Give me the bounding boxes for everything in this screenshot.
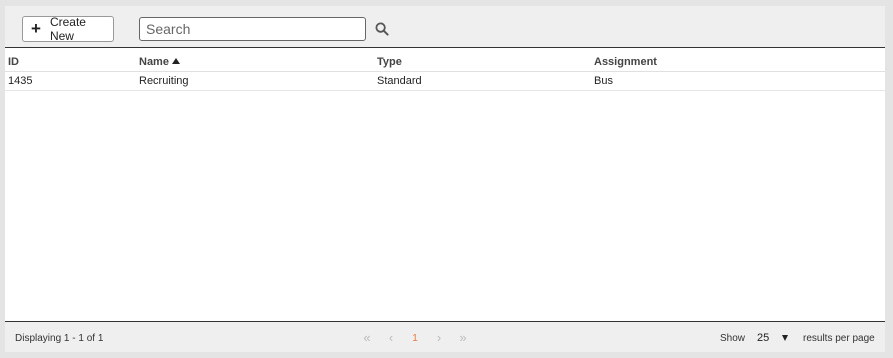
first-page-icon[interactable]: « xyxy=(355,330,379,347)
search-icon[interactable] xyxy=(375,22,389,36)
per-page-select[interactable]: 25 xyxy=(756,329,796,347)
column-header-name[interactable]: Name xyxy=(136,49,374,72)
table-row[interactable]: 1435 Recruiting Standard Bus xyxy=(5,71,885,91)
last-page-icon[interactable]: » xyxy=(451,330,475,347)
per-page-label: results per page xyxy=(803,333,875,344)
results-table: ID Name Type Assignment 1435 Recruiting … xyxy=(5,49,885,91)
current-page[interactable]: 1 xyxy=(403,330,427,347)
prev-page-icon[interactable]: ‹ xyxy=(379,330,403,347)
column-header-type[interactable]: Type xyxy=(374,49,591,72)
create-new-button[interactable]: + Create New xyxy=(22,15,114,43)
column-header-assignment[interactable]: Assignment xyxy=(591,49,885,72)
cell-type: Standard xyxy=(374,71,591,91)
per-page-value: 25 xyxy=(757,332,770,344)
plus-icon: + xyxy=(31,18,41,38)
sort-ascending-icon xyxy=(171,57,180,64)
create-new-label: Create New xyxy=(49,15,86,43)
cell-id: 1435 xyxy=(5,71,136,91)
footer: Displaying 1 - 1 of 1 « ‹ 1 › » Show 25 … xyxy=(5,321,885,352)
cell-assignment: Bus xyxy=(591,71,885,91)
next-page-icon[interactable]: › xyxy=(427,330,451,347)
table-header-row: ID Name Type Assignment xyxy=(5,49,885,72)
search-input[interactable] xyxy=(139,17,366,41)
cell-name: Recruiting xyxy=(136,71,374,91)
pagination: « ‹ 1 › » xyxy=(355,330,475,347)
show-label: Show xyxy=(720,333,746,344)
toolbar: + Create New xyxy=(5,6,885,48)
column-header-id[interactable]: ID xyxy=(5,49,136,72)
caret-down-icon xyxy=(782,335,789,341)
grid-panel: + Create New ID Name Type Assignment 143… xyxy=(5,6,885,352)
display-count: Displaying 1 - 1 of 1 xyxy=(15,333,104,344)
